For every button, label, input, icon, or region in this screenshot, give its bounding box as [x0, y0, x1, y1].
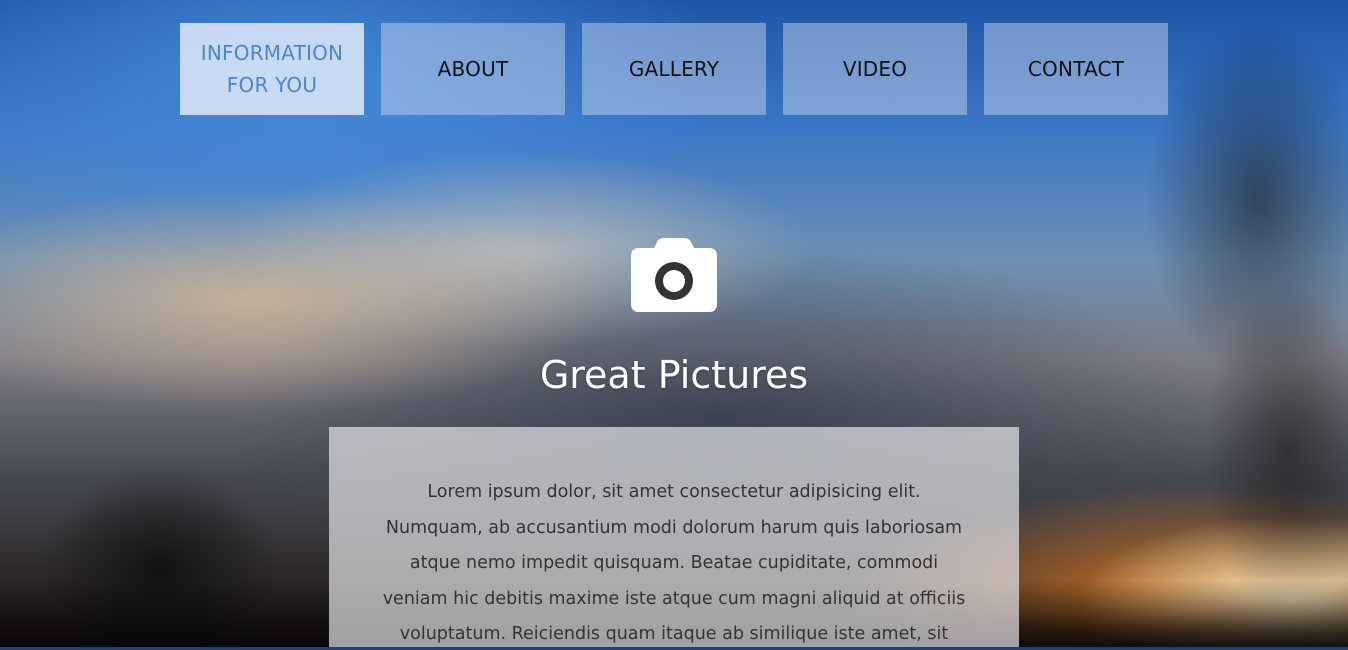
nav-item-video[interactable]: VIDEO	[783, 23, 967, 115]
nav-item-label: CONTACT	[1027, 57, 1125, 81]
hero-title: Great Pictures	[539, 353, 809, 397]
nav-item-label: GALLERY	[628, 57, 720, 81]
nav-item-information-for-you[interactable]: INFORMATION FOR YOU	[180, 23, 364, 115]
nav-item-label: ABOUT	[437, 57, 509, 81]
main-nav: INFORMATION FOR YOU ABOUT GALLERY VIDEO …	[180, 23, 1168, 115]
text-panel: Lorem ipsum dolor, sit amet consectetur …	[329, 427, 1019, 650]
hero-body-text: Lorem ipsum dolor, sit amet consectetur …	[382, 482, 966, 644]
nav-item-label: VIDEO	[842, 57, 908, 81]
nav-item-gallery[interactable]: GALLERY	[582, 23, 766, 115]
page-background: INFORMATION FOR YOU ABOUT GALLERY VIDEO …	[0, 0, 1348, 650]
nav-item-contact[interactable]: CONTACT	[984, 23, 1168, 115]
nav-item-about[interactable]: ABOUT	[381, 23, 565, 115]
camera-icon	[631, 238, 717, 312]
nav-item-label: INFORMATION FOR YOU	[200, 41, 344, 97]
